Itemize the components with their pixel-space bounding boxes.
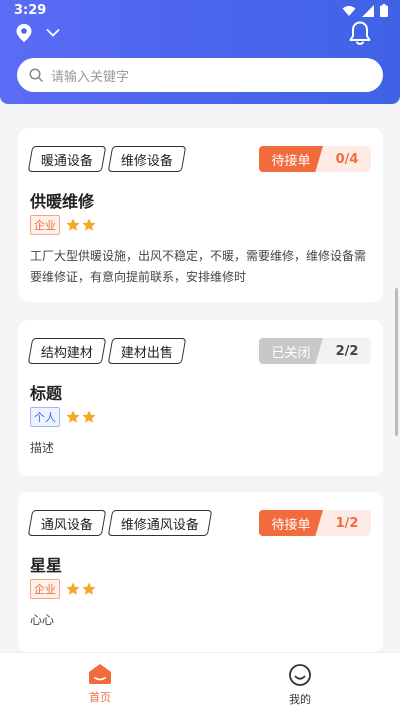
rating-stars — [66, 410, 96, 424]
category-tag-label: 维修设备 — [121, 153, 174, 169]
type-row: 企业 — [30, 579, 96, 599]
smiley-icon — [289, 664, 311, 686]
order-card[interactable]: 通风设备 维修通风设备 待接单 1/2 星星 企业 心心 — [18, 492, 383, 652]
category-tag: 通风设备 — [27, 510, 107, 536]
location-selector[interactable] — [16, 24, 60, 42]
star-icon — [66, 218, 80, 231]
tag-group: 暖通设备 维修设备 — [27, 146, 187, 172]
tab-home-label: 首页 — [89, 691, 111, 704]
scrollbar[interactable] — [395, 288, 398, 436]
status-bar: 3:29 — [0, 0, 400, 22]
status-label: 已关闭 — [259, 338, 323, 364]
status-badge: 待接单 1/2 — [259, 510, 371, 536]
chevron-down-icon — [46, 29, 60, 37]
star-icon — [82, 582, 96, 595]
signal-icon — [362, 4, 374, 17]
search-bar[interactable]: 请输入关键字 — [17, 58, 383, 92]
tag-group: 结构建材 建材出售 — [27, 338, 187, 364]
status-label: 待接单 — [259, 146, 323, 172]
rating-stars — [66, 582, 96, 596]
type-row: 个人 — [30, 407, 96, 427]
order-title: 标题 — [30, 384, 63, 403]
status-label: 待接单 — [259, 510, 323, 536]
location-pin-icon — [16, 24, 32, 42]
star-icon — [82, 410, 96, 423]
order-title: 供暖维修 — [30, 192, 95, 211]
category-tag: 结构建材 — [27, 338, 107, 364]
owner-type-badge: 企业 — [30, 215, 60, 235]
order-list[interactable]: 暖通设备 维修设备 待接单 0/4 供暖维修 企业 工厂大型供暖设施，出风不稳定… — [0, 104, 400, 652]
owner-type-badge: 个人 — [30, 407, 60, 427]
star-icon — [66, 410, 80, 423]
category-tag-label: 维修通风设备 — [121, 517, 200, 533]
order-card[interactable]: 暖通设备 维修设备 待接单 0/4 供暖维修 企业 工厂大型供暖设施，出风不稳定… — [18, 128, 383, 302]
status-count: 1/2 — [335, 515, 359, 531]
status-icons — [342, 4, 388, 17]
battery-icon — [380, 4, 388, 17]
home-icon — [89, 664, 111, 684]
status-time: 3:29 — [14, 3, 47, 18]
type-row: 企业 — [30, 215, 96, 235]
category-tag-label: 通风设备 — [41, 517, 94, 533]
search-input[interactable]: 请输入关键字 — [51, 66, 129, 85]
status-badge: 已关闭 2/2 — [259, 338, 371, 364]
order-card[interactable]: 结构建材 建材出售 已关闭 2/2 标题 个人 描述 — [18, 320, 383, 476]
bottom-tab-bar: 首页 我的 — [0, 652, 400, 712]
status-badge: 待接单 0/4 — [259, 146, 371, 172]
tab-mine[interactable]: 我的 — [200, 653, 400, 712]
tab-home[interactable]: 首页 — [0, 653, 200, 712]
status-count: 0/4 — [335, 151, 359, 167]
tag-group: 通风设备 维修通风设备 — [27, 510, 213, 536]
order-description: 心心 — [30, 613, 55, 627]
star-icon — [66, 582, 80, 595]
notification-bell-button[interactable] — [348, 20, 372, 50]
category-tag-label: 建材出售 — [121, 345, 174, 361]
category-tag-label: 暖通设备 — [41, 153, 94, 169]
order-title: 星星 — [30, 556, 63, 575]
order-description: 工厂大型供暖设施，出风不稳定，不暖，需要维修，维修设备需要维修证，有意向提前联系… — [30, 249, 367, 284]
category-tag: 暖通设备 — [27, 146, 107, 172]
tab-mine-label: 我的 — [289, 693, 311, 706]
owner-type-badge: 企业 — [30, 579, 60, 599]
rating-stars — [66, 218, 96, 232]
category-tag: 维修通风设备 — [107, 510, 213, 536]
star-icon — [82, 218, 96, 231]
category-tag: 维修设备 — [107, 146, 187, 172]
bell-icon — [349, 21, 371, 45]
status-count: 2/2 — [335, 343, 359, 359]
header: 3:29 请输入关键字 — [0, 0, 400, 104]
order-description: 描述 — [30, 441, 55, 455]
search-icon — [29, 68, 43, 82]
wifi-icon — [342, 5, 356, 16]
category-tag-label: 结构建材 — [41, 345, 94, 361]
category-tag: 建材出售 — [107, 338, 187, 364]
